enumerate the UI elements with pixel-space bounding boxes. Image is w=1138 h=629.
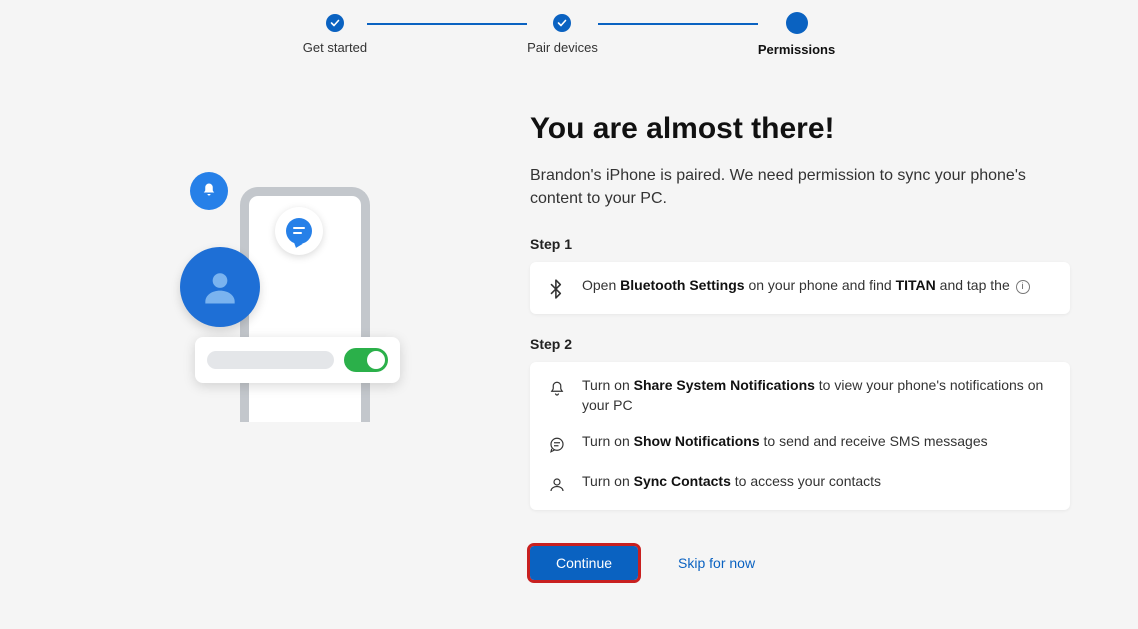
- step2-heading: Step 2: [530, 336, 1070, 352]
- row-text: Turn on Share System Notifications to vi…: [582, 376, 1054, 415]
- avatar-icon: [180, 247, 260, 327]
- continue-button[interactable]: Continue: [530, 546, 638, 580]
- current-step-dot-icon: [786, 12, 808, 34]
- step1-text: Open Bluetooth Settings on your phone an…: [582, 276, 1054, 296]
- placeholder-bar: [207, 351, 334, 369]
- progress-stepper: Get started Pair devices Permissions: [279, 14, 859, 57]
- step1-heading: Step 1: [530, 236, 1070, 252]
- check-icon: [553, 14, 571, 32]
- button-row: Continue Skip for now: [530, 546, 1070, 580]
- info-icon: i: [1016, 280, 1030, 294]
- content-area: You are almost there! Brandon's iPhone i…: [0, 112, 1138, 580]
- step-label: Pair devices: [527, 40, 598, 55]
- step-pair-devices: Pair devices: [527, 14, 598, 55]
- step-permissions: Permissions: [758, 14, 835, 57]
- step-label: Get started: [303, 40, 367, 55]
- step-get-started: Get started: [303, 14, 367, 55]
- bell-icon: [190, 172, 228, 210]
- step-connector: [598, 23, 758, 25]
- check-icon: [326, 14, 344, 32]
- step2-row-contacts: Turn on Sync Contacts to access your con…: [546, 472, 1054, 496]
- chat-icon: [275, 207, 323, 255]
- row-text: Turn on Sync Contacts to access your con…: [582, 472, 1054, 492]
- step2-row-notifications: Turn on Share System Notifications to vi…: [546, 376, 1054, 415]
- bell-outline-icon: [546, 378, 568, 400]
- step-connector: [367, 23, 527, 25]
- toggle-card: [195, 337, 400, 383]
- step1-card: Open Bluetooth Settings on your phone an…: [530, 262, 1070, 314]
- page-title: You are almost there!: [530, 112, 1070, 146]
- message-icon: [546, 434, 568, 456]
- page-subtext: Brandon's iPhone is paired. We need perm…: [530, 164, 1070, 210]
- step1-row: Open Bluetooth Settings on your phone an…: [546, 276, 1054, 300]
- step2-card: Turn on Share System Notifications to vi…: [530, 362, 1070, 509]
- illustration: [130, 162, 470, 482]
- bluetooth-icon: [546, 278, 568, 300]
- person-icon: [546, 474, 568, 496]
- toggle-on-icon: [344, 348, 388, 372]
- row-text: Turn on Show Notifications to send and r…: [582, 432, 1054, 452]
- step-label: Permissions: [758, 42, 835, 57]
- step2-row-sms: Turn on Show Notifications to send and r…: [546, 432, 1054, 456]
- page-root: Get started Pair devices Permissions: [0, 0, 1138, 629]
- instructions-panel: You are almost there! Brandon's iPhone i…: [530, 112, 1070, 580]
- skip-button[interactable]: Skip for now: [678, 555, 755, 571]
